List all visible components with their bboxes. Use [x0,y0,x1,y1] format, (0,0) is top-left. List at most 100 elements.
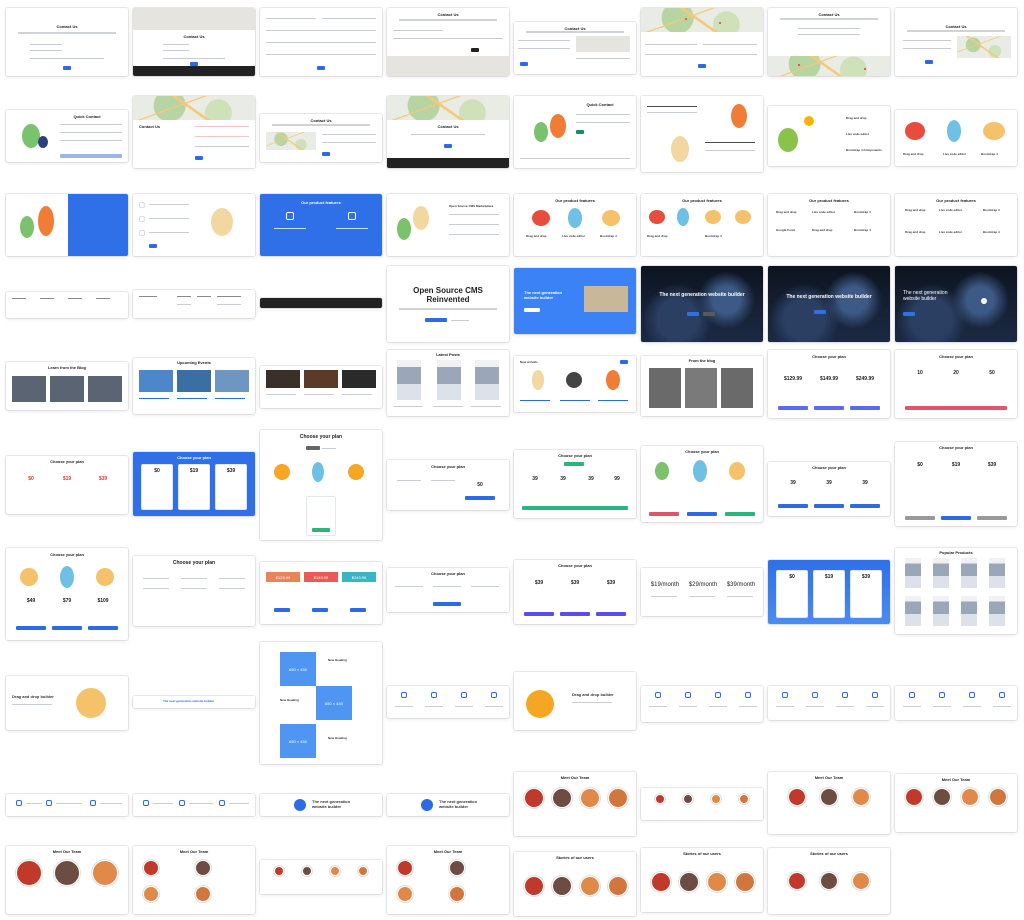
send-button[interactable] [60,154,122,158]
monthly-toggle[interactable] [306,446,320,450]
template-card-pricing-minimal[interactable]: Choose your plan 50 [387,460,509,510]
template-card-pricing-plain[interactable]: Choose your plan [133,556,255,626]
template-card-pricing-illustrated[interactable]: Choose your plan [641,446,763,522]
template-card-contact-form-basic[interactable]: Contact Us [6,8,128,76]
primary-button[interactable] [903,312,915,316]
template-card-hero-space-left[interactable]: The next generation website builder [895,266,1017,342]
secondary-button[interactable] [703,312,715,316]
send-button[interactable] [576,130,584,134]
template-card-hero-blue-image[interactable]: The next generation website builder [514,268,636,334]
template-card-pricing-illustrated-b[interactable]: Choose your plan $49 $79 $109 [6,548,128,640]
template-card-team-small[interactable] [641,788,763,820]
template-card-footer-dark[interactable] [260,298,382,308]
template-card-from-the-blog[interactable]: From the blog [641,356,763,416]
send-button[interactable] [698,64,706,68]
template-card-product-features-a[interactable]: Our product features Drag and drop Live … [514,194,636,256]
primary-button[interactable] [524,308,540,312]
template-card-contact-map-bottom[interactable]: Contact Us [768,8,890,76]
template-card-features-4icons-d[interactable] [895,686,1017,720]
send-button[interactable] [63,66,71,70]
template-card-pricing-toggle[interactable]: Choose your plan [260,430,382,540]
template-card-robot-hero-b[interactable]: The next generation website builder [387,794,509,816]
template-card-features-4icons-c[interactable] [768,686,890,720]
learn-more-button[interactable] [149,244,157,248]
primary-button[interactable] [814,310,826,314]
template-card-feature-blue-split[interactable] [6,194,128,256]
template-card-pricing-3col-b[interactable]: Choose your plan 39 39 39 [768,462,890,516]
template-card-meet-our-team-list[interactable]: Meet Our Team [133,846,255,914]
send-button[interactable] [317,66,325,70]
template-card-hero-space-center-2[interactable]: The next generation website builder [768,266,890,342]
template-card-pricing-compact[interactable]: Choose your plan [387,568,509,612]
template-card-drag-drop-hands[interactable]: Drag and drop builder [6,676,128,730]
template-card-blog-dark-thumbs[interactable] [260,366,382,408]
send-button[interactable] [520,62,528,66]
template-card-meet-our-team-b[interactable]: Meet Our Team [768,772,890,834]
template-card-hero-strip[interactable]: The next generation website builder [133,696,255,708]
template-card-features-strip-b[interactable] [133,794,255,816]
template-card-meet-our-team-large[interactable]: Meet Our Team [6,846,128,914]
template-card-features-4icons-b[interactable] [641,686,763,722]
template-card-stories-of-users-b[interactable]: Stories of our users [641,848,763,912]
template-card-popular-products[interactable]: Popular Products [895,548,1017,634]
template-card-blog-3col-dark[interactable]: Learn from the Blog [6,362,128,410]
send-button[interactable] [195,156,203,160]
template-card-pricing-green[interactable]: Choose your plan 39 39 39 99 [514,450,636,518]
template-card-feature-three-icons[interactable]: Drag and drop Live code editor Bootstrap… [895,110,1017,166]
template-card-pricing-red-prices[interactable]: Choose your plan $0 $19 $39 [6,456,128,514]
template-card-pricing-blue-bg[interactable]: Choose your plan $0 $19 $39 [133,452,255,516]
card-title: Meet Our Team [941,777,971,782]
send-button[interactable] [444,144,452,148]
template-card-team-row[interactable] [260,860,382,894]
template-card-product-features-b[interactable]: Our product features Drag and drop Boots… [641,194,763,256]
template-card-cms-marketplace[interactable]: Open Source CMS Marketplace [387,194,509,256]
template-card-stories-of-users-c[interactable]: Stories of our users [768,848,890,914]
template-card-robot-hero[interactable]: The next generation website builder [260,794,382,816]
template-card-contact-form-wide[interactable] [260,8,382,76]
template-card-feature-illustrations[interactable] [641,96,763,172]
template-card-cms-hero[interactable]: Open Source CMS Reinvented [387,266,509,342]
template-card-hero-space-center[interactable]: The next generation website builder [641,266,763,342]
primary-button[interactable] [425,318,447,322]
template-card-meet-our-team-d[interactable]: Meet Our Team [387,846,509,914]
template-card-contact-map-top[interactable] [641,8,763,76]
template-card-contact-side-image[interactable]: Contact Us [514,22,636,74]
template-card-features-strip-a[interactable] [6,794,128,816]
template-card-footer-columns[interactable] [133,290,255,318]
template-card-pricing-tall[interactable]: Choose your plan $0 $19 $39 [895,442,1017,526]
template-card-meet-our-team-a[interactable]: Meet Our Team [514,772,636,836]
template-card-footer-light[interactable] [6,292,128,318]
template-card-contact-illustration[interactable]: Quick Contact [6,110,128,162]
template-card-contact-map-dark[interactable]: Contact Us [387,96,509,168]
template-card-pricing-3col-red[interactable]: Choose your plan 10 20 50 [895,350,1017,418]
template-card-contact-dark-footer[interactable]: Contact Us [133,8,255,76]
template-card-pricing-colored-headers[interactable]: $129.99 $149.99 $249.99 [260,562,382,624]
template-card-feature-list-icons[interactable]: Drag and drop Live code editor Bootstrap… [768,106,890,166]
template-card-drag-drop-bottle[interactable]: Drag and drop builder [514,672,636,730]
template-card-pricing-blue-gradient[interactable]: $0 $19 $39 [768,560,890,624]
template-card-contact-map-right[interactable]: Contact Us [895,8,1017,76]
template-card-pricing-3col-a[interactable]: Choose your plan $129.99 $149.99 $249.99 [768,350,890,418]
send-button[interactable] [322,152,330,156]
template-card-features-4icons-a[interactable] [387,686,509,718]
template-card-news-illustrations[interactable]: New arrivals [514,356,636,412]
template-card-product-features-list[interactable]: Our product features Drag and drop Live … [768,194,890,256]
template-card-meet-our-team-c[interactable]: Meet Our Team [895,774,1017,832]
template-card-stories-of-users-a[interactable]: Stories of our users [514,852,636,916]
template-card-contact-with-map-form[interactable]: Contact Us [133,96,255,168]
template-card-pricing-violet[interactable]: Choose your plan $39 $39 $39 [514,560,636,624]
template-card-contact-map-left[interactable]: Contact Us [260,114,382,162]
template-card-quick-contact[interactable]: Quick Contact [514,96,636,168]
template-card-latest-posts[interactable]: Latest Posts [387,350,509,416]
send-button[interactable] [925,60,933,64]
template-card-contact-grey-map[interactable]: Contact Us [387,8,509,76]
view-all-button[interactable] [620,360,628,364]
template-card-image-text-alternating[interactable]: 650 × 450 New Heading 650 × 450 New Head… [260,642,382,764]
submit-button[interactable] [471,48,479,52]
primary-button[interactable] [687,312,699,316]
template-card-product-features-blue[interactable]: Our product features [260,194,382,256]
template-card-upcoming-events[interactable]: Upcoming Events [133,358,255,414]
template-card-pricing-monthly[interactable]: $19/month $29/month $39/month [641,568,763,616]
template-card-feature-list-illustration[interactable] [133,194,255,256]
template-card-product-features-grid[interactable]: Our product features Drag and drop Live … [895,194,1017,256]
